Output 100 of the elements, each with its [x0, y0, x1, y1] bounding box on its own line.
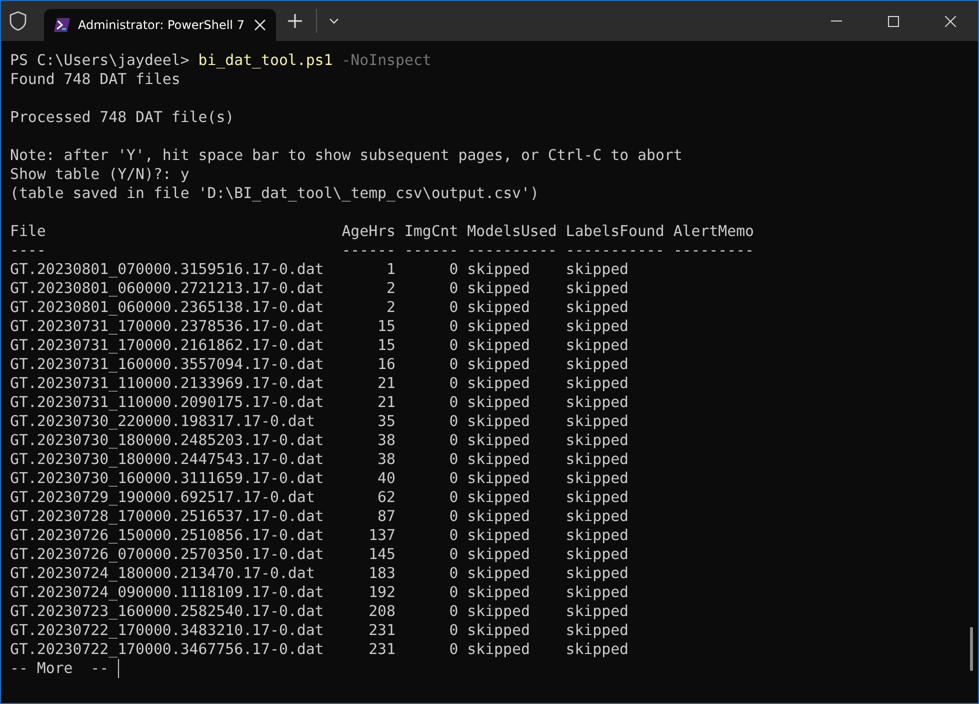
table-cell-text: 1	[386, 260, 396, 279]
table-cell-text: skipped	[566, 564, 630, 583]
table-cell-text: GT.20230731_110000.2090175.17-0.dat	[10, 393, 325, 412]
table-cell-text: skipped	[566, 393, 630, 412]
header-underline: ----	[10, 241, 47, 260]
table-cell-text: skipped	[566, 545, 630, 564]
output-line: (table saved in file 'D:\BI_dat_tool\_temp_csv\output.csv')	[10, 184, 540, 203]
table-cell-text: GT.20230729_190000.692517.17-0.dat	[10, 488, 316, 507]
column-header: LabelsFound	[566, 222, 664, 241]
table-cell-text: 0	[448, 545, 458, 564]
table-cell-text: GT.20230726_070000.2570350.17-0.dat	[10, 545, 325, 564]
table-cell-text: skipped	[566, 621, 630, 640]
table-cell-text: skipped	[566, 507, 630, 526]
table-cell-text: skipped	[467, 374, 531, 393]
table-cell-text: skipped	[566, 374, 630, 393]
table-cell-text: 0	[448, 602, 458, 621]
table-cell-text: skipped	[467, 412, 531, 431]
table-cell-text: 0	[448, 298, 458, 317]
table-cell-text: 15	[376, 336, 396, 355]
table-cell-text: 0	[448, 374, 458, 393]
column-header: ModelsUsed	[467, 222, 557, 241]
table-cell-text: 0	[448, 450, 458, 469]
table-cell-text: skipped	[566, 412, 630, 431]
table-cell-text: skipped	[566, 431, 630, 450]
table-cell-text: 0	[448, 355, 458, 374]
table-cell-text: 40	[376, 469, 396, 488]
table-cell-text: GT.20230730_160000.3111659.17-0.dat	[10, 469, 325, 488]
table-cell-text: 0	[448, 640, 458, 659]
table-cell-text: GT.20230722_170000.3467756.17-0.dat	[10, 640, 325, 659]
table-cell-text: 87	[376, 507, 396, 526]
command-line: PS C:\Users\jaydeel> bi_dat_tool.ps1 -NoInspect	[10, 51, 432, 70]
table-cell-text: skipped	[566, 583, 630, 602]
table-cell-text: 0	[448, 317, 458, 336]
table-cell-text: GT.20230724_090000.1118109.17-0.dat	[10, 583, 325, 602]
column-header: AgeHrs	[342, 222, 396, 241]
table-cell-text: skipped	[467, 450, 531, 469]
table-cell-text: skipped	[467, 469, 531, 488]
table-cell-text: 2	[386, 298, 396, 317]
table-cell-text: skipped	[467, 317, 531, 336]
tab-title: Administrator: PowerShell 7	[78, 18, 246, 32]
table-cell-text: 0	[448, 621, 458, 640]
table-cell-text: GT.20230801_060000.2721213.17-0.dat	[10, 279, 325, 298]
table-cell-text: GT.20230730_220000.198317.17-0.dat	[10, 412, 316, 431]
table-cell-text: skipped	[467, 488, 531, 507]
table-cell-text: 0	[448, 469, 458, 488]
table-cell-text: 0	[448, 279, 458, 298]
table-cell-text: skipped	[467, 621, 531, 640]
table-cell-text: skipped	[566, 260, 630, 279]
table-cell-text: skipped	[467, 336, 531, 355]
table-cell-text: skipped	[566, 279, 630, 298]
table-cell-text: 0	[448, 488, 458, 507]
table-cell-text: 16	[376, 355, 396, 374]
output-line: Processed 748 DAT file(s)	[10, 108, 236, 127]
table-cell-text: GT.20230730_180000.2447543.17-0.dat	[10, 450, 325, 469]
table-cell-text: 0	[448, 564, 458, 583]
table-cell-text: 21	[376, 374, 396, 393]
table-cell-text: GT.20230731_170000.2161862.17-0.dat	[10, 336, 325, 355]
table-cell-text: skipped	[566, 602, 630, 621]
table-cell-text: 208	[368, 602, 396, 621]
table-cell-text: skipped	[467, 526, 531, 545]
table-cell-text: GT.20230724_180000.213470.17-0.dat	[10, 564, 316, 583]
output-line: Show table (Y/N)?: y	[10, 165, 190, 184]
column-header: ImgCnt	[404, 222, 458, 241]
table-cell-text: 62	[376, 488, 396, 507]
table-cell-text: 0	[448, 393, 458, 412]
table-cell-text: GT.20230728_170000.2516537.17-0.dat	[10, 507, 325, 526]
table-cell-text: skipped	[467, 507, 531, 526]
table-cell-text: GT.20230801_070000.3159516.17-0.dat	[10, 260, 325, 279]
table-cell-text: 38	[376, 450, 396, 469]
table-cell-text: skipped	[566, 336, 630, 355]
table-cell-text: 145	[368, 545, 396, 564]
table-cell-text: skipped	[467, 431, 531, 450]
table-cell-text: GT.20230730_180000.2485203.17-0.dat	[10, 431, 325, 450]
header-underline: ----------	[467, 241, 557, 260]
table-cell-text: 0	[448, 583, 458, 602]
output-line: Note: after 'Y', hit space bar to show subsequent pages, or Ctrl-C to abort	[10, 146, 684, 165]
table-cell-text: skipped	[566, 355, 630, 374]
table-cell-text: 0	[448, 431, 458, 450]
table-cell-text: 192	[368, 583, 396, 602]
table-cell-text: 0	[448, 507, 458, 526]
table-cell-text: skipped	[566, 450, 630, 469]
table-cell-text: GT.20230723_160000.2582540.17-0.dat	[10, 602, 325, 621]
table-cell-text: skipped	[566, 298, 630, 317]
pager-prompt: -- More --	[10, 659, 109, 678]
table-cell-text: skipped	[467, 393, 531, 412]
column-header: AlertMemo	[673, 222, 754, 241]
table-cell-text: skipped	[467, 583, 531, 602]
table-cell-text: GT.20230722_170000.3483210.17-0.dat	[10, 621, 325, 640]
table-cell-text: skipped	[467, 602, 531, 621]
table-cell-text: 0	[448, 412, 458, 431]
table-cell-text: skipped	[566, 317, 630, 336]
table-cell-text: skipped	[467, 640, 531, 659]
terminal-tab[interactable]: Administrator: PowerShell 7	[44, 9, 276, 41]
table-cell-text: skipped	[467, 355, 531, 374]
table-cell-text: 2	[386, 279, 396, 298]
table-cell-text: 0	[448, 526, 458, 545]
table-cell-text: skipped	[566, 526, 630, 545]
header-underline: ------	[404, 241, 458, 260]
table-cell-text: 38	[376, 431, 396, 450]
table-cell-text: 137	[368, 526, 396, 545]
